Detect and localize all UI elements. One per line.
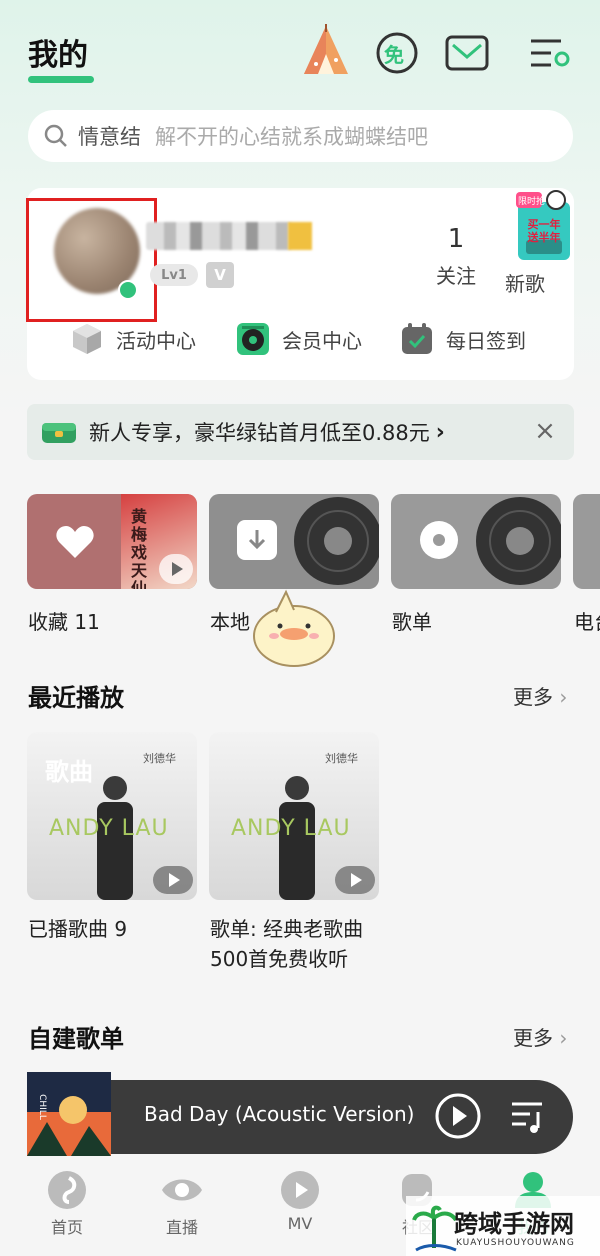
- chevron-right-icon: ›: [559, 1026, 568, 1050]
- play-pause-button[interactable]: [434, 1092, 482, 1140]
- recent-card-overlay: 歌曲: [45, 758, 93, 786]
- tile-playlist-label: 歌单: [392, 610, 432, 634]
- promo-badge-text: 买一年 送半年: [527, 218, 561, 244]
- daily-checkin[interactable]: 每日签到: [400, 322, 526, 356]
- chick-mascot-icon: [253, 589, 335, 667]
- activity-center-label: 活动中心: [116, 328, 196, 353]
- avatar-highlight-box: [26, 198, 157, 322]
- playlists-more-link[interactable]: 更多 ›: [513, 1022, 567, 1051]
- tile-favorites[interactable]: 黄梅戏 天仙配: [27, 494, 197, 589]
- watermark-text: 跨域手游网: [454, 1209, 574, 1238]
- eye-icon: [162, 1179, 202, 1201]
- promo-banner[interactable]: 新人专享，豪华绿钻首月低至0.88元 ›: [27, 404, 574, 460]
- player-track-title: Bad Day (Acoustic Version): [144, 1102, 415, 1126]
- verified-badge-icon[interactable]: V: [206, 262, 234, 288]
- player-cover[interactable]: CHILL: [27, 1072, 111, 1156]
- favorites-cover-text: 黄梅戏 天仙配: [131, 507, 148, 590]
- play-icon[interactable]: [153, 866, 193, 894]
- playlists-section-title: 自建歌单: [28, 1025, 124, 1053]
- vinyl-disc-icon: [476, 497, 561, 585]
- recent-more-link[interactable]: 更多 ›: [513, 681, 567, 710]
- recent-card-songs-label: 已播歌曲 9: [28, 917, 128, 941]
- vinyl-disc-icon: [294, 497, 379, 585]
- watermark: 跨域手游网 KUAYUSHOUYOUWANG: [406, 1196, 600, 1256]
- download-icon: [237, 520, 277, 560]
- tile-playlist[interactable]: [391, 494, 561, 589]
- watermark-subtext: KUAYUSHOUYOUWANG: [456, 1238, 575, 1248]
- palm-tree-logo-icon: [412, 1205, 458, 1252]
- promo-badge-top: 限时抢: [518, 197, 546, 207]
- recent-cover-artist: 刘德华: [325, 752, 358, 765]
- playlist-queue-icon: [512, 1102, 542, 1133]
- settings-menu-icon[interactable]: [526, 30, 572, 76]
- promo-badge[interactable]: 限时抢 买一年 送半年: [512, 188, 574, 262]
- newsong-label: 新歌: [505, 272, 545, 296]
- tile-radio[interactable]: [573, 494, 600, 589]
- nav-live[interactable]: 直播: [142, 1170, 222, 1238]
- heart-icon: [56, 526, 94, 558]
- recent-cover-text: ANDY LAU: [231, 816, 351, 841]
- nav-mv-label: MV: [287, 1214, 313, 1233]
- music-note-icon: [48, 1171, 86, 1209]
- recent-cover-text: ANDY LAU: [49, 816, 169, 841]
- newsong-stat[interactable]: 新歌: [503, 262, 547, 297]
- close-icon[interactable]: ×: [532, 418, 558, 444]
- play-icon[interactable]: [159, 554, 193, 584]
- free-icon[interactable]: 免: [374, 30, 420, 76]
- recent-section-title: 最近播放: [28, 684, 124, 712]
- chevron-right-icon: ›: [435, 419, 445, 445]
- nav-home[interactable]: 首页: [27, 1170, 107, 1238]
- daily-checkin-label: 每日签到: [446, 328, 526, 353]
- chevron-right-icon: ›: [559, 685, 568, 709]
- tile-local-label: 本地: [210, 610, 250, 634]
- activity-center[interactable]: 活动中心: [70, 322, 196, 356]
- vip-badge-icon: [288, 222, 312, 250]
- follow-stat[interactable]: 1 关注: [434, 224, 478, 289]
- calendar-check-icon: [402, 323, 432, 354]
- recent-card-songs[interactable]: 歌曲 刘德华 ANDY LAU: [27, 732, 197, 900]
- gift-box-icon: [42, 423, 76, 443]
- player-cover-text: CHILL: [36, 1094, 47, 1120]
- cube-icon: [73, 324, 101, 354]
- banner-text: 新人专享，豪华绿钻首月低至0.88元: [89, 421, 430, 445]
- follow-count: 1: [447, 224, 465, 254]
- search-bar[interactable]: 情意结 解不开的心结就系成蝴蝶结吧: [28, 110, 573, 162]
- tile-favorites-label: 收藏 11: [28, 610, 100, 634]
- page-title: 我的: [28, 38, 88, 73]
- tile-radio-label: 电台: [574, 610, 600, 634]
- nav-live-label: 直播: [165, 1218, 198, 1237]
- vinyl-player-icon: [237, 323, 269, 355]
- recent-card-playlist[interactable]: 刘德华 ANDY LAU: [209, 732, 379, 900]
- mail-icon[interactable]: [444, 30, 490, 76]
- member-center-label: 会员中心: [282, 328, 362, 353]
- free-icon-text: 免: [384, 43, 404, 67]
- nav-home-label: 首页: [50, 1218, 83, 1237]
- tent-icon[interactable]: [300, 24, 352, 80]
- play-icon[interactable]: [335, 866, 375, 894]
- play-circle-icon: [435, 1093, 481, 1139]
- member-center[interactable]: 会员中心: [236, 322, 362, 356]
- nav-mv[interactable]: MV: [260, 1170, 340, 1233]
- search-hint: 解不开的心结就系成蝴蝶结吧: [155, 125, 428, 149]
- recent-cover-artist: 刘德华: [143, 752, 176, 765]
- nickname-blurred[interactable]: [146, 222, 292, 250]
- recent-card-playlist-label: 歌单: 经典老歌曲500首免费收听: [210, 917, 364, 971]
- title-underline: [28, 76, 94, 83]
- recent-more-label: 更多: [513, 685, 553, 709]
- level-badge[interactable]: Lv1: [150, 264, 198, 286]
- playlists-more-label: 更多: [513, 1026, 553, 1050]
- tile-local[interactable]: [209, 494, 379, 589]
- video-play-icon: [281, 1171, 319, 1209]
- playlist-queue-button[interactable]: [508, 1098, 548, 1136]
- search-icon: [44, 124, 67, 147]
- search-keyword: 情意结: [78, 125, 141, 149]
- disc-icon: [420, 521, 458, 559]
- follow-label: 关注: [436, 264, 476, 288]
